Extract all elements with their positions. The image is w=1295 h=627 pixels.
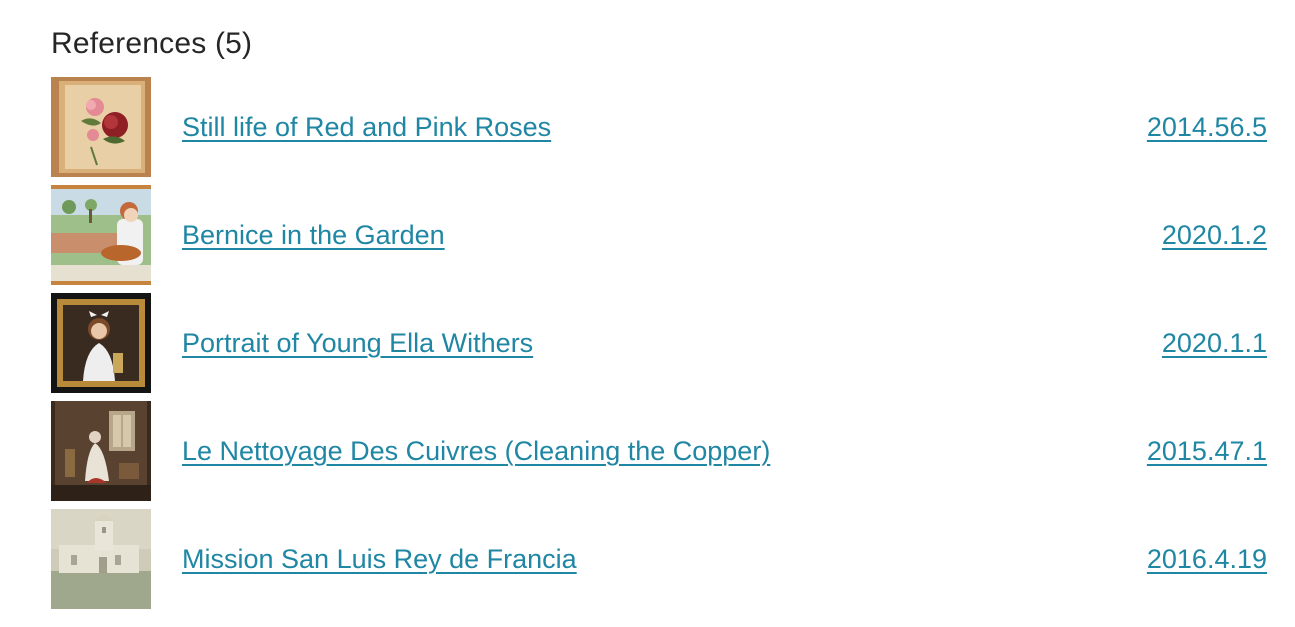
reference-row: Bernice in the Garden 2020.1.2 <box>51 181 1267 289</box>
reference-title-link[interactable]: Mission San Luis Rey de Francia <box>182 544 1147 575</box>
references-heading: References (5) <box>51 27 253 60</box>
reference-accession-link[interactable]: 2020.1.1 <box>1162 328 1267 359</box>
garden-painting-image <box>51 185 151 285</box>
reference-row: Mission San Luis Rey de Francia 2016.4.1… <box>51 505 1267 613</box>
references-list: Still life of Red and Pink Roses 2014.56… <box>51 73 1267 613</box>
reference-accession-link[interactable]: 2020.1.2 <box>1162 220 1267 251</box>
portrait-painting-image <box>51 293 151 393</box>
reference-accession-link[interactable]: 2015.47.1 <box>1147 436 1267 467</box>
reference-row: Portrait of Young Ella Withers 2020.1.1 <box>51 289 1267 397</box>
reference-accession-link[interactable]: 2014.56.5 <box>1147 112 1267 143</box>
portrait-painting-thumbnail[interactable] <box>51 293 151 393</box>
interior-painting-image <box>51 401 151 501</box>
interior-painting-thumbnail[interactable] <box>51 401 151 501</box>
reference-accession-link[interactable]: 2016.4.19 <box>1147 544 1267 575</box>
reference-row: Still life of Red and Pink Roses 2014.56… <box>51 73 1267 181</box>
garden-painting-thumbnail[interactable] <box>51 185 151 285</box>
mission-painting-thumbnail[interactable] <box>51 509 151 609</box>
reference-title-link[interactable]: Le Nettoyage Des Cuivres (Cleaning the C… <box>182 436 1147 467</box>
reference-title-link[interactable]: Still life of Red and Pink Roses <box>182 112 1147 143</box>
roses-painting-image <box>51 77 151 177</box>
reference-title-link[interactable]: Portrait of Young Ella Withers <box>182 328 1162 359</box>
references-section: References (5) Still life of Red and Pin… <box>0 0 1295 613</box>
roses-painting-thumbnail[interactable] <box>51 77 151 177</box>
mission-painting-image <box>51 509 151 609</box>
reference-row: Le Nettoyage Des Cuivres (Cleaning the C… <box>51 397 1267 505</box>
reference-title-link[interactable]: Bernice in the Garden <box>182 220 1162 251</box>
